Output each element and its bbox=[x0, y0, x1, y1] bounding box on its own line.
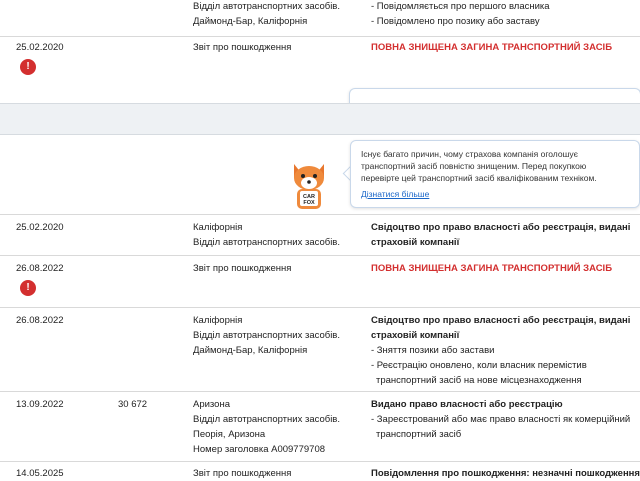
row-1-comment: ПОВНА ЗНИЩЕНА ЗАГИНА ТРАНСПОРТНИЙ ЗАСІБ bbox=[371, 42, 613, 53]
warning-icon[interactable]: ! bbox=[20, 59, 36, 75]
comment-item: - Зняття позики або застави bbox=[371, 345, 495, 356]
row-6-date: 14.05.2025 bbox=[16, 468, 64, 479]
source-line: Каліфорнія bbox=[193, 315, 243, 326]
source-line: Даймонд-Бар, Каліфорнія bbox=[193, 345, 308, 356]
row-4-source: Каліфорнія Відділ автотранспортних засоб… bbox=[193, 313, 340, 358]
row-5-comments: Видано право власності або реєстрацію - … bbox=[371, 397, 630, 442]
row-3-date: 26.08.2022 bbox=[16, 263, 64, 274]
car-fox-mascot-icon: CAR FOX bbox=[294, 164, 324, 209]
source-line: Аризона bbox=[193, 399, 230, 410]
row-4-comments: Свідоцтво про право власності або реєстр… bbox=[371, 313, 630, 388]
row-5-date: 13.09.2022 bbox=[16, 399, 64, 410]
comment-item-cont: транспортний засіб bbox=[376, 429, 462, 440]
row-2-source: Каліфорнія Відділ автотранспортних засоб… bbox=[193, 220, 340, 250]
warning-icon[interactable]: ! bbox=[20, 280, 36, 296]
comment-title: Свідоцтво про право власності або реєстр… bbox=[371, 315, 631, 326]
row-1-date: 25.02.2020 bbox=[16, 42, 64, 53]
row-divider bbox=[0, 36, 640, 37]
source-line: Відділ автотранспортних засобів. bbox=[193, 414, 340, 425]
learn-more-link[interactable]: Дізнатися більше bbox=[361, 189, 429, 199]
comment-item: - Повідомлено про позику або заставу bbox=[371, 16, 540, 27]
source-line: Каліфорнія bbox=[193, 222, 243, 233]
comment-title: Свідоцтво про право власності або реєстр… bbox=[371, 222, 631, 233]
row-3-comment: ПОВНА ЗНИЩЕНА ЗАГИНА ТРАНСПОРТНИЙ ЗАСІБ bbox=[371, 263, 613, 274]
comment-title: страховій компанії bbox=[371, 237, 460, 248]
source-line: Номер заголовка A009779708 bbox=[193, 444, 326, 455]
row-2-date: 25.02.2020 bbox=[16, 222, 64, 233]
comment-item: - Зареєстрований або має право власності… bbox=[371, 414, 631, 425]
row-divider bbox=[0, 214, 640, 215]
row-divider bbox=[0, 255, 640, 256]
source-line: Відділ автотранспортних засобів. bbox=[193, 330, 340, 341]
comment-title: Видано право власності або реєстрацію bbox=[371, 399, 563, 410]
tooltip-text-line: перевірте цей транспортний засіб кваліфі… bbox=[361, 173, 597, 183]
row-4-date: 26.08.2022 bbox=[16, 315, 64, 326]
row-divider bbox=[0, 391, 640, 392]
source-line: Відділ автотранспортних засобів. bbox=[193, 1, 340, 12]
mascot-badge-text: FOX bbox=[303, 200, 315, 206]
comment-title: страховій компанії bbox=[371, 330, 460, 341]
row-6-source: Звіт про пошкодження bbox=[193, 468, 292, 479]
comment-item-cont: транспортний засіб на нове місцезнаходже… bbox=[376, 375, 582, 386]
section-gap bbox=[0, 103, 640, 135]
row-0-source: Відділ автотранспортних засобів. Даймонд… bbox=[193, 0, 340, 29]
row-1-source: Звіт про пошкодження bbox=[193, 42, 292, 53]
tooltip-text-line: Існує багато причин, чому страхова компа… bbox=[361, 149, 578, 159]
tooltip-text-line: транспортний засіб повністю знищеним. Пе… bbox=[361, 161, 587, 171]
row-3-source: Звіт про пошкодження bbox=[193, 263, 292, 274]
row-6-comment: Повідомлення про пошкодження: незначні п… bbox=[371, 468, 640, 479]
comment-item: - Повідомляється про першого власника bbox=[371, 1, 550, 12]
row-divider bbox=[0, 461, 640, 462]
row-0-comments: - Повідомляється про першого власника - … bbox=[371, 0, 550, 29]
total-loss-tooltip: Існує багато причин, чому страхова компа… bbox=[350, 140, 640, 208]
comment-item: - Реєстрацію оновлено, коли власник пере… bbox=[371, 360, 587, 371]
row-divider bbox=[0, 307, 640, 308]
source-line: Відділ автотранспортних засобів. bbox=[193, 237, 340, 248]
source-line: Пеорія, Аризона bbox=[193, 429, 266, 440]
row-5-source: Аризона Відділ автотранспортних засобів.… bbox=[193, 397, 340, 457]
source-line: Даймонд-Бар, Каліфорнія bbox=[193, 16, 308, 27]
row-2-comments: Свідоцтво про право власності або реєстр… bbox=[371, 220, 630, 250]
row-5-mileage: 30 672 bbox=[118, 399, 148, 410]
